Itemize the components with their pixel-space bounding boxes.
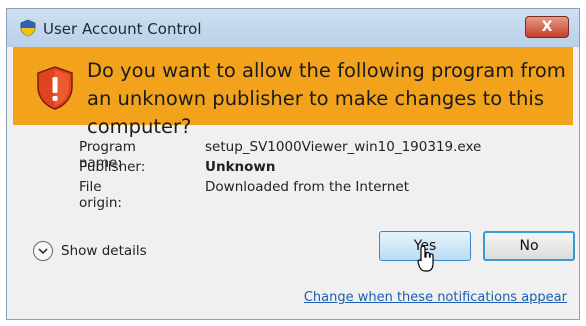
publisher-value: Unknown (205, 159, 276, 175)
hand-cursor-icon (417, 245, 434, 272)
uac-dialog: User Account Control X Do you want to al… (6, 8, 580, 320)
title-bar: User Account Control X (7, 9, 579, 47)
program-name-value: setup_SV1000Viewer_win10_190319.exe (205, 139, 482, 155)
close-button[interactable]: X (525, 16, 569, 38)
change-notifications-link[interactable]: Change when these notifications appear (304, 290, 567, 305)
uac-shield-icon (20, 19, 36, 37)
window-title: User Account Control (43, 20, 202, 38)
no-button[interactable]: No (483, 231, 575, 261)
warning-shield-icon (37, 66, 73, 110)
publisher-label: Publisher: (79, 159, 146, 175)
prompt-question: Do you want to allow the following progr… (87, 59, 566, 138)
chevron-down-icon (33, 241, 53, 261)
warning-banner: Do you want to allow the following progr… (13, 47, 573, 138)
show-details-toggle[interactable]: Show details (33, 239, 147, 263)
file-origin-label: File origin: (79, 179, 122, 211)
show-details-label: Show details (61, 243, 147, 259)
no-button-label: No (519, 238, 539, 254)
close-icon: X (541, 19, 553, 35)
file-origin-value: Downloaded from the Internet (205, 179, 410, 195)
